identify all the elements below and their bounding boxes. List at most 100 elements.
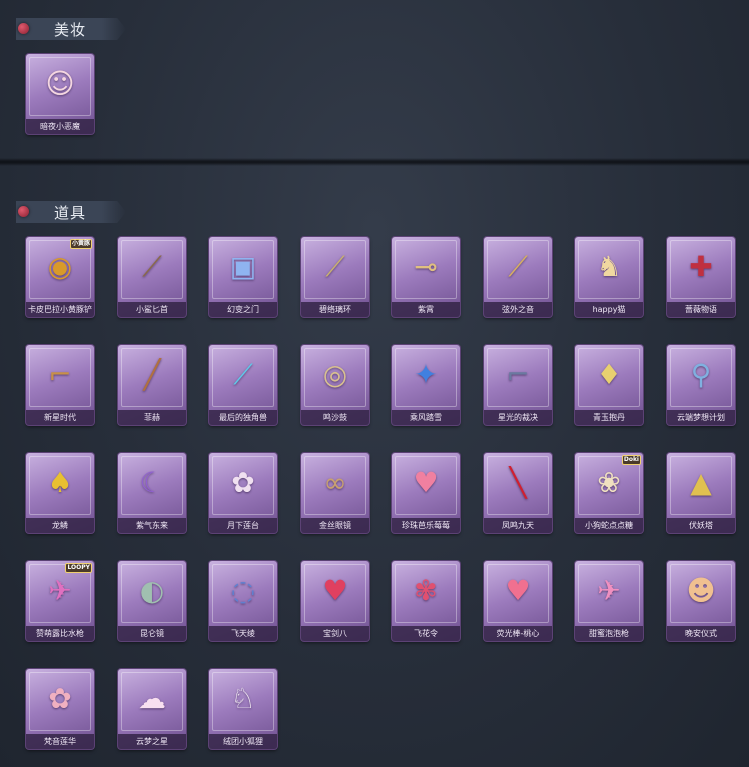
item-badge: Doki [621,455,641,465]
item-card[interactable]: ⊸ 紫霄 [392,237,460,317]
happy-cat-icon: ♞ [596,250,622,283]
item-card[interactable]: ☺ 暗夜小恶魔 [26,54,94,134]
item-label: 伏妖塔 [667,518,735,533]
item-label: 卡皮巴拉小黄豚铲 [26,302,94,317]
item-card[interactable]: ⌐ 星光的裁决 [484,345,552,425]
devil-girl-portrait-icon: ☺ [45,67,75,100]
item-label: 云端梦想计划 [667,410,735,425]
section-title: 道具 [54,204,87,222]
revolver-icon: ⌐ [48,358,72,391]
piggy-doll-icon: ☻ [686,574,716,607]
item-card[interactable]: ✿ 梵音莲华 [26,669,94,749]
item-card[interactable]: ⌐ 新星时代 [26,345,94,425]
item-label: 青玉抱丹 [575,410,643,425]
jade-ring-staff-icon: ⟋ [325,250,345,283]
item-label: 鸣沙鼓 [301,410,369,425]
section-bullet-icon [18,206,29,217]
phantom-door-icon: ▣ [229,250,257,283]
item-card[interactable]: ╲ 凤鸣九天 [484,453,552,533]
item-card[interactable]: ♥ 宝剑八 [301,561,369,641]
item-label: happy猫 [575,302,643,317]
item-label: 飞花令 [392,626,460,641]
item-label: 赞萌露比水枪 [26,626,94,641]
unicorn-blade-icon: ⟋ [233,358,253,391]
item-card[interactable]: ♞ happy猫 [575,237,643,317]
golden-shovel-icon: ♠ [47,466,73,499]
item-label: 凤鸣九天 [484,518,552,533]
demon-tower-icon: ▲ [690,466,712,499]
gold-glasses-icon: ∞ [323,466,347,499]
berry-drink-icon: ♥ [413,466,439,499]
item-card[interactable]: ☁ 云梦之星 [118,669,186,749]
item-label: 蔷薇物语 [667,302,735,317]
item-card[interactable]: ⟋ 弦外之音 [484,237,552,317]
lotus-doll-icon: ✿ [48,682,72,715]
item-card[interactable]: ✈ LOOPY 赞萌露比水枪 [26,561,94,641]
item-card[interactable]: ✿ 月下莲台 [209,453,277,533]
item-label: 新星时代 [26,410,94,425]
cloud-star-icon: ☁ [138,682,166,715]
item-label: 绒团小狐狸 [209,734,277,749]
item-card[interactable]: ♦ 青玉抱丹 [575,345,643,425]
item-card[interactable]: ✚ 蔷薇物语 [667,237,735,317]
item-label: 甜蜜泡泡枪 [575,626,643,641]
item-card[interactable]: ♠ 龙鳞 [26,453,94,533]
item-label: 星光的裁决 [484,410,552,425]
item-card[interactable]: ⟋ 小鲨匕首 [118,237,186,317]
item-card[interactable]: ☻ 晚安仪式 [667,561,735,641]
item-label: 小鲨匕首 [118,302,186,317]
item-card[interactable]: ❀ Doki 小狗蛇点点糖 [575,453,643,533]
cloud-hammer-icon: ⚲ [690,358,712,391]
item-badge: LOOPY [65,563,92,573]
item-card[interactable]: ⟋ 碧络璃环 [301,237,369,317]
item-label: 云梦之星 [118,734,186,749]
flower-bouquet-icon: ✾ [414,574,438,607]
kunlun-mirror-icon: ◐ [139,574,165,607]
wind-snow-skates-icon: ✦ [414,358,438,391]
section-title: 美妆 [54,21,87,39]
item-card[interactable]: ☾ 紫气东来 [118,453,186,533]
first-aid-box-icon: ✚ [689,250,713,283]
item-label: 昆仑镜 [118,626,186,641]
phoenix-blade-icon: ╲ [509,466,527,499]
item-card[interactable]: ✾ 飞花令 [392,561,460,641]
item-card[interactable]: ∞ 金丝眼镜 [301,453,369,533]
item-label: 荧光棒-桃心 [484,626,552,641]
item-card[interactable]: ◐ 昆仑镜 [118,561,186,641]
heart-glowstick-icon: ♥ [505,574,531,607]
item-label: 晚安仪式 [667,626,735,641]
purple-crescent-staff-icon: ☾ [139,466,165,499]
section-bullet-icon [18,23,29,34]
item-label: 珍珠芭乐莓莓 [392,518,460,533]
item-card[interactable]: ◌ 飞天绫 [209,561,277,641]
bubble-gun-icon: ✈ [597,574,621,607]
flying-ribbon-icon: ◌ [230,574,256,607]
item-card[interactable]: ⚲ 云端梦想计划 [667,345,735,425]
item-label: 暗夜小恶魔 [26,119,94,134]
item-card[interactable]: ▣ 幻变之门 [209,237,277,317]
item-card[interactable]: ▲ 伏妖塔 [667,453,735,533]
jade-gourd-icon: ♦ [596,358,622,391]
item-card[interactable]: ✦ 乘风踏雪 [392,345,460,425]
section-header-makeup: 美妆 [16,18,126,40]
item-card[interactable]: ⟋ 最后的独角兽 [209,345,277,425]
item-card[interactable]: ◉ 小黄豚 卡皮巴拉小黄豚铲 [26,237,94,317]
item-card[interactable]: ◎ 鸣沙鼓 [301,345,369,425]
item-label: 紫气东来 [118,518,186,533]
string-instrument-icon: ⟋ [508,250,528,283]
water-gun-icon: ✈ [48,574,72,607]
item-label: 乘风踏雪 [392,410,460,425]
heart-card-icon: ♥ [322,574,348,607]
item-label: 碧络璃环 [301,302,369,317]
item-card[interactable]: ♥ 荧光棒-桃心 [484,561,552,641]
item-card[interactable]: ♘ 绒团小狐狸 [209,669,277,749]
sand-drum-icon: ◎ [322,358,348,391]
spear-icon: ╱ [143,358,161,391]
item-card[interactable]: ✈ 甜蜜泡泡枪 [575,561,643,641]
item-card[interactable]: ╱ 菲赫 [118,345,186,425]
item-label: 龙鳞 [26,518,94,533]
item-label: 最后的独角兽 [209,410,277,425]
capybara-shovel-icon: ◉ [47,250,73,283]
shark-dagger-icon: ⟋ [142,250,162,283]
item-card[interactable]: ♥ 珍珠芭乐莓莓 [392,453,460,533]
